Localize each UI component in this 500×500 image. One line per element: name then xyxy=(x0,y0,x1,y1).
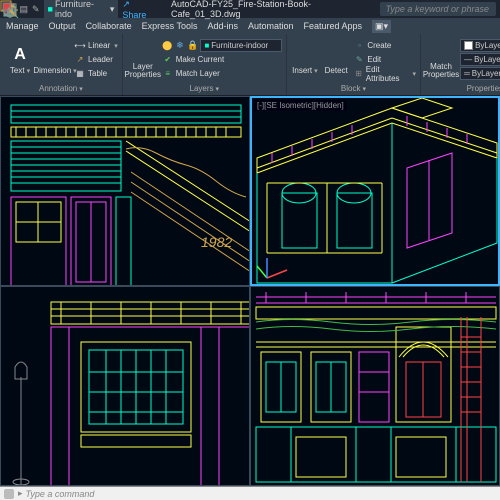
match-properties-button[interactable]: Match Properties xyxy=(425,36,457,83)
color-swatch-icon xyxy=(464,41,473,50)
lightbulb-icon[interactable]: ⬤ xyxy=(162,40,173,52)
panel-label[interactable]: Annotation xyxy=(4,83,118,93)
linetype-combo[interactable]: —ByLayer xyxy=(460,53,500,66)
panel-annotation: A Text Dimension ⟷Linear ↗Leader ▦Table … xyxy=(0,34,123,95)
create-button[interactable]: ▫Create xyxy=(353,39,416,52)
text-button[interactable]: A Text xyxy=(4,36,36,83)
viewport-top-left[interactable]: 1982 xyxy=(0,96,250,286)
color-combo[interactable]: ByLayer xyxy=(460,39,500,52)
make-current-button[interactable]: ✔Make Current xyxy=(162,53,282,66)
qat-icon[interactable]: ✎ xyxy=(32,4,40,15)
lineweight-icon: ═ xyxy=(464,69,470,78)
layer-quick-dropdown[interactable]: ■ Furniture-indo ▾ xyxy=(44,0,119,20)
menu-overflow[interactable]: ▣▾ xyxy=(372,20,391,33)
layer-combo[interactable]: ■Furniture-indoor xyxy=(200,39,281,52)
chevron-down-icon: ▾ xyxy=(110,4,115,15)
menu-express-tools[interactable]: Express Tools xyxy=(142,21,198,31)
table-button[interactable]: ▦Table xyxy=(74,67,118,80)
leader-button[interactable]: ↗Leader xyxy=(74,53,118,66)
make-current-icon: ✔ xyxy=(162,54,174,66)
layer-properties-button[interactable]: Layer Properties xyxy=(127,36,159,83)
share-icon: ↗ xyxy=(122,0,130,9)
menu-manage[interactable]: Manage xyxy=(6,21,39,31)
year-text: 1982 xyxy=(201,234,232,250)
menu-bar: Manage Output Collaborate Express Tools … xyxy=(0,18,500,34)
viewport-area: 1982 [-][SE Isometric][Hidden] xyxy=(0,96,500,486)
menu-automation[interactable]: Automation xyxy=(248,21,294,31)
menu-add-ins[interactable]: Add-ins xyxy=(207,21,238,31)
panel-label[interactable]: Layers xyxy=(127,83,282,93)
menu-collaborate[interactable]: Collaborate xyxy=(86,21,132,31)
dimension-button[interactable]: Dimension xyxy=(39,36,71,83)
lamp-post xyxy=(13,362,29,486)
command-prompt: Type a command xyxy=(26,489,95,499)
command-icon xyxy=(4,489,14,499)
freeze-icon[interactable]: ❄ xyxy=(175,40,186,52)
menu-output[interactable]: Output xyxy=(49,21,76,31)
insert-icon xyxy=(295,45,315,65)
linear-button[interactable]: ⟷Linear xyxy=(74,39,118,52)
viewport-top-right[interactable]: [-][SE Isometric][Hidden] xyxy=(250,96,500,286)
layers-icon xyxy=(133,41,153,61)
share-button[interactable]: ↗ Share xyxy=(122,0,155,20)
prompt-chevron-icon: ▸ xyxy=(18,488,23,499)
panel-layers: Layer Properties ⬤ ❄ 🔒 ■Furniture-indoor… xyxy=(123,34,287,95)
line-icon: — xyxy=(464,55,472,64)
lineweight-combo[interactable]: ═ByLayer xyxy=(460,67,500,80)
search-input[interactable]: Type a keyword or phrase xyxy=(380,2,496,16)
edit-icon: ✎ xyxy=(353,54,365,66)
detect-icon xyxy=(326,45,346,65)
panel-label[interactable]: Block xyxy=(291,83,416,93)
viewport-bottom-right[interactable] xyxy=(250,286,500,486)
match-layer-icon: ≡ xyxy=(162,68,174,80)
text-icon: A xyxy=(10,45,30,65)
dimension-icon xyxy=(45,45,65,65)
document-title: AutoCAD-FY25_Fire-Station-Book-Cafe_01_3… xyxy=(171,0,374,19)
edit-attributes-button[interactable]: ⊞Edit Attributes xyxy=(353,67,416,80)
attributes-icon: ⊞ xyxy=(353,68,363,80)
panel-block: Insert Detect ▫Create ✎Edit ⊞Edit Attrib… xyxy=(287,34,421,95)
command-line[interactable]: ▸ Type a command xyxy=(0,486,500,500)
match-layer-button[interactable]: ≡Match Layer xyxy=(162,67,282,80)
lock-icon[interactable]: 🔒 xyxy=(187,40,198,52)
viewport-bottom-left[interactable] xyxy=(0,286,250,486)
panel-label[interactable]: Properties xyxy=(425,83,500,93)
insert-button[interactable]: Insert xyxy=(291,36,319,83)
title-bar: ▤ ✎ ■ Furniture-indo ▾ ↗ Share AutoCAD-F… xyxy=(0,0,500,18)
create-icon: ▫ xyxy=(353,40,365,52)
ucs-icon xyxy=(257,258,287,278)
table-icon: ▦ xyxy=(74,68,86,80)
ribbon: A Text Dimension ⟷Linear ↗Leader ▦Table … xyxy=(0,34,500,96)
leader-icon: ↗ xyxy=(74,54,86,66)
match-properties-icon xyxy=(431,41,451,61)
menu-featured-apps[interactable]: Featured Apps xyxy=(304,21,363,31)
detect-button[interactable]: Detect xyxy=(322,36,350,83)
panel-properties: Match Properties ByLayer —ByLayer ═ByLay… xyxy=(421,34,500,95)
linear-icon: ⟷ xyxy=(74,40,86,52)
qat-icon[interactable]: ▤ xyxy=(19,4,28,15)
